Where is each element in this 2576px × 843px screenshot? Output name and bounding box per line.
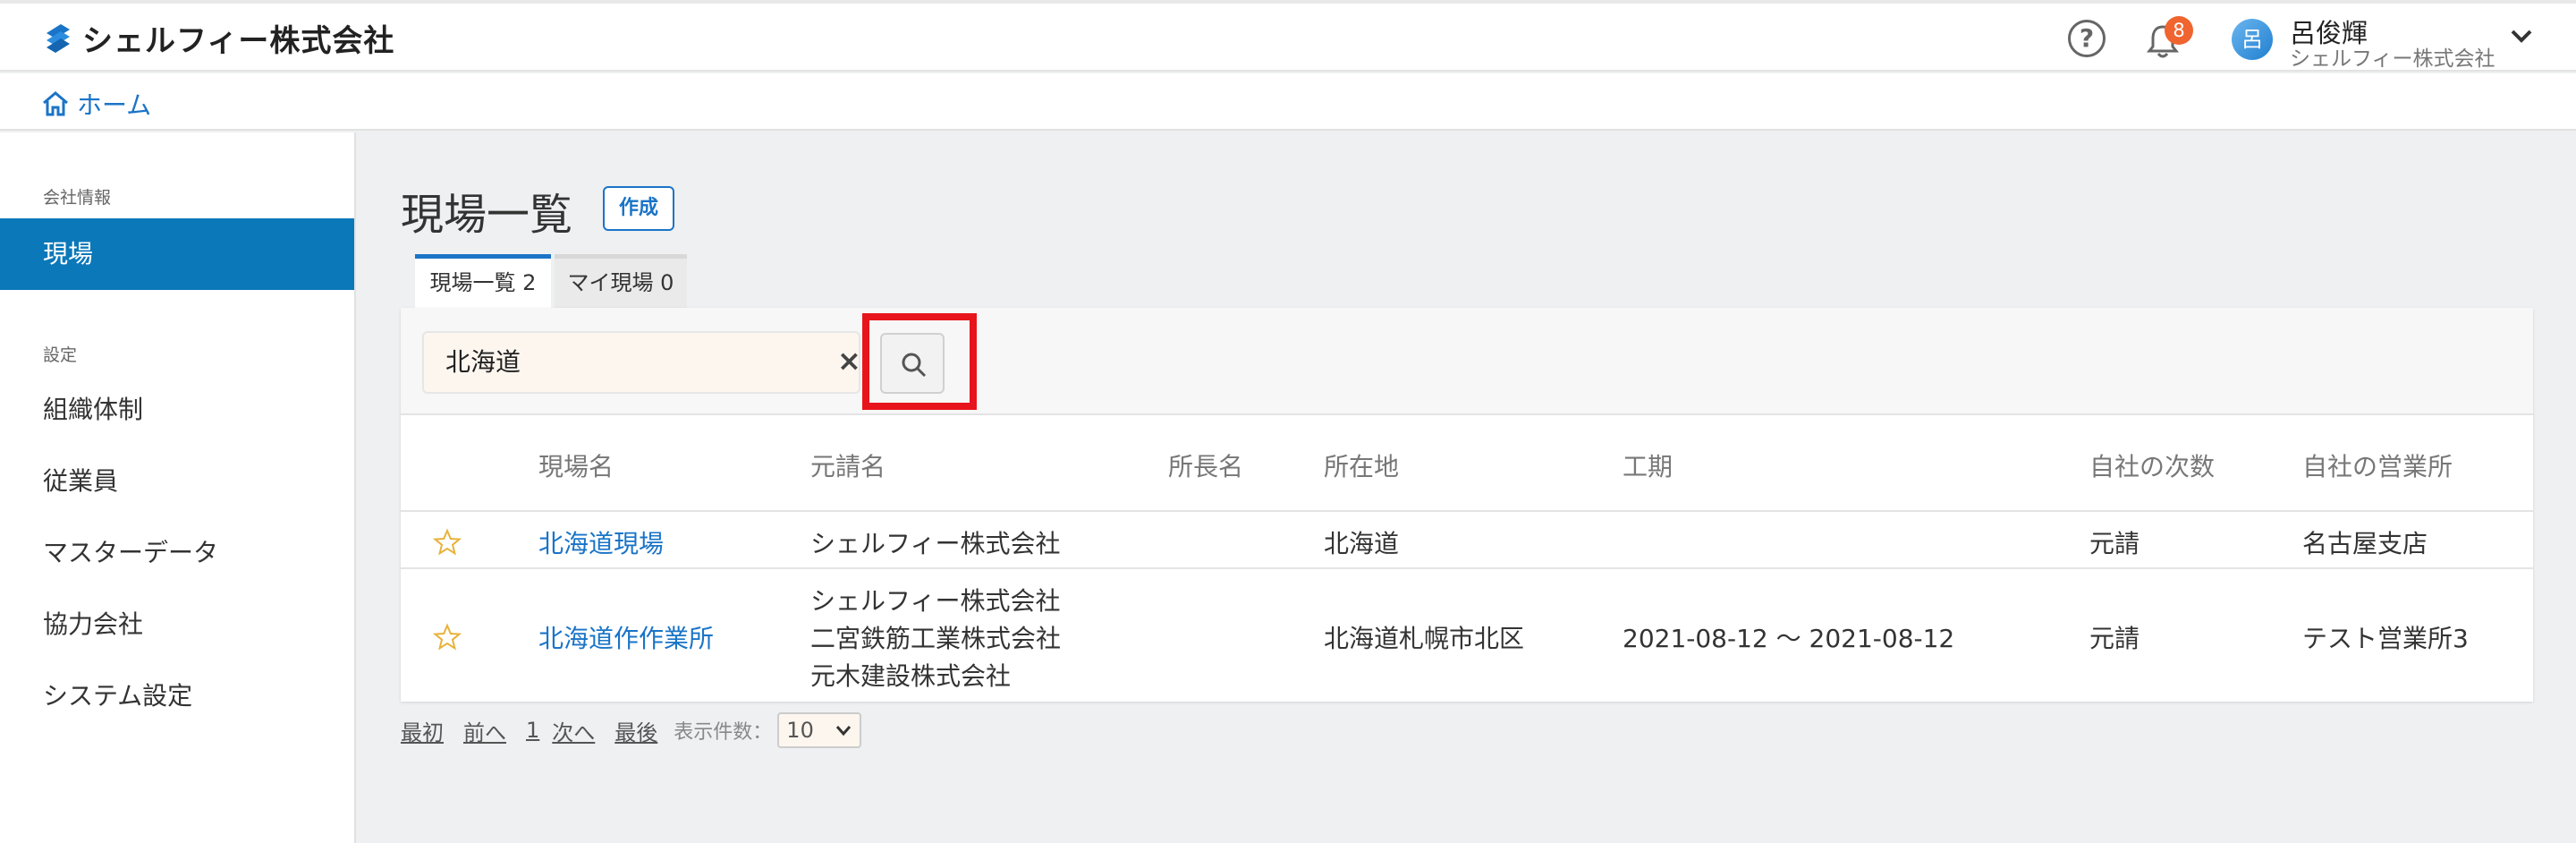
page-title: 現場一覧 <box>401 190 573 240</box>
breadcrumb-bar: ホーム <box>0 73 2576 131</box>
sidebar-item-organization[interactable]: 組織体制 <box>0 374 354 446</box>
sidebar-item-master-data[interactable]: マスターデータ <box>0 517 354 589</box>
notifications-button[interactable]: 8 <box>2143 16 2193 61</box>
search-input[interactable]: 北海道 <box>422 331 860 394</box>
sidebar-item-system-settings[interactable]: システム設定 <box>0 660 354 732</box>
sidebar-item-partners[interactable]: 協力会社 <box>0 589 354 660</box>
row-divider <box>401 510 2533 512</box>
site-location: 北海道 <box>1324 529 1400 558</box>
clear-icon[interactable]: × <box>837 344 861 378</box>
notification-count-badge: 8 <box>2165 16 2193 45</box>
breadcrumb-home[interactable]: ホーム <box>77 86 151 122</box>
site-period: 2021-08-12 〜 2021-08-12 <box>1623 624 1955 653</box>
contractor-name: 元木建設株式会社 <box>810 661 1012 691</box>
create-button[interactable]: 作成 <box>603 186 674 231</box>
top-header: シェルフィー株式会社 ? 8 呂 呂俊輝 シェルフィー株式会社 <box>0 0 2576 72</box>
tab-all-sites[interactable]: 現場一覧 2 <box>415 254 551 308</box>
column-header-tier[interactable]: 自社の次数 <box>2089 447 2215 483</box>
help-icon[interactable]: ? <box>2068 20 2106 57</box>
column-header-location[interactable]: 所在地 <box>1324 447 1399 483</box>
pager-next[interactable]: 次へ <box>552 715 595 746</box>
pager-page-number[interactable]: 1 <box>526 718 539 743</box>
contractor-name: シェルフィー株式会社 <box>810 529 1061 558</box>
star-icon[interactable] <box>433 623 462 651</box>
site-tier: 元請 <box>2089 624 2140 653</box>
pager-prev[interactable]: 前へ <box>463 715 506 746</box>
contractor-name: シェルフィー株式会社 <box>810 586 1061 616</box>
contractor-name: 二宮鉄筋工業株式会社 <box>810 624 1062 653</box>
star-icon[interactable] <box>433 528 462 557</box>
app-logo[interactable]: シェルフィー株式会社 <box>41 16 394 60</box>
home-icon <box>43 91 68 116</box>
sidebar-item-sites[interactable]: 現場 <box>0 218 354 290</box>
sites-panel: 北海道 × 現場名 元請名 所長名 所在地 工期 自社の次数 自社の営業所 北海… <box>401 308 2533 702</box>
site-name-link[interactable]: 北海道現場 <box>538 524 664 560</box>
column-header-manager[interactable]: 所長名 <box>1168 447 1243 483</box>
chevron-down-icon[interactable] <box>2510 29 2533 45</box>
sidebar-item-employees[interactable]: 従業員 <box>0 446 354 517</box>
column-header-office[interactable]: 自社の営業所 <box>2302 447 2453 483</box>
site-office: テスト営業所3 <box>2302 624 2469 653</box>
site-location: 北海道札幌市北区 <box>1324 624 1525 653</box>
tab-my-sites[interactable]: マイ現場 0 <box>555 254 687 308</box>
highlight-box <box>862 313 977 410</box>
page-size-value: 10 <box>786 718 814 743</box>
site-name-link[interactable]: 北海道作作業所 <box>538 619 714 655</box>
column-header-site-name[interactable]: 現場名 <box>538 447 614 483</box>
breadcrumb[interactable]: ホーム <box>41 86 151 122</box>
column-header-contractor[interactable]: 元請名 <box>810 447 886 483</box>
sidebar-section-company: 会社情報 <box>43 188 112 208</box>
logo-mark-icon <box>47 23 70 53</box>
pager-first[interactable]: 最初 <box>401 715 444 746</box>
avatar[interactable]: 呂 <box>2232 19 2273 60</box>
pager-last[interactable]: 最後 <box>614 715 657 746</box>
row-divider <box>401 567 2533 569</box>
pagination: 最初 前へ 1 次へ 最後 表示件数： 10 <box>401 712 862 748</box>
site-office: 名古屋支店 <box>2302 529 2428 558</box>
site-tier: 元請 <box>2089 529 2140 558</box>
user-company: シェルフィー株式会社 <box>2290 47 2496 71</box>
sidebar-section-settings: 設定 <box>43 345 78 365</box>
chevron-down-icon <box>836 726 852 737</box>
column-header-period[interactable]: 工期 <box>1623 447 1673 483</box>
search-area: 北海道 × <box>401 308 2533 415</box>
page-size-label: 表示件数： <box>674 721 773 744</box>
app-name: シェルフィー株式会社 <box>82 23 395 59</box>
sidebar: 会社情報 現場 設定 組織体制 従業員 マスターデータ 協力会社 システム設定 <box>0 132 356 843</box>
page-size-select[interactable]: 10 <box>777 712 862 748</box>
